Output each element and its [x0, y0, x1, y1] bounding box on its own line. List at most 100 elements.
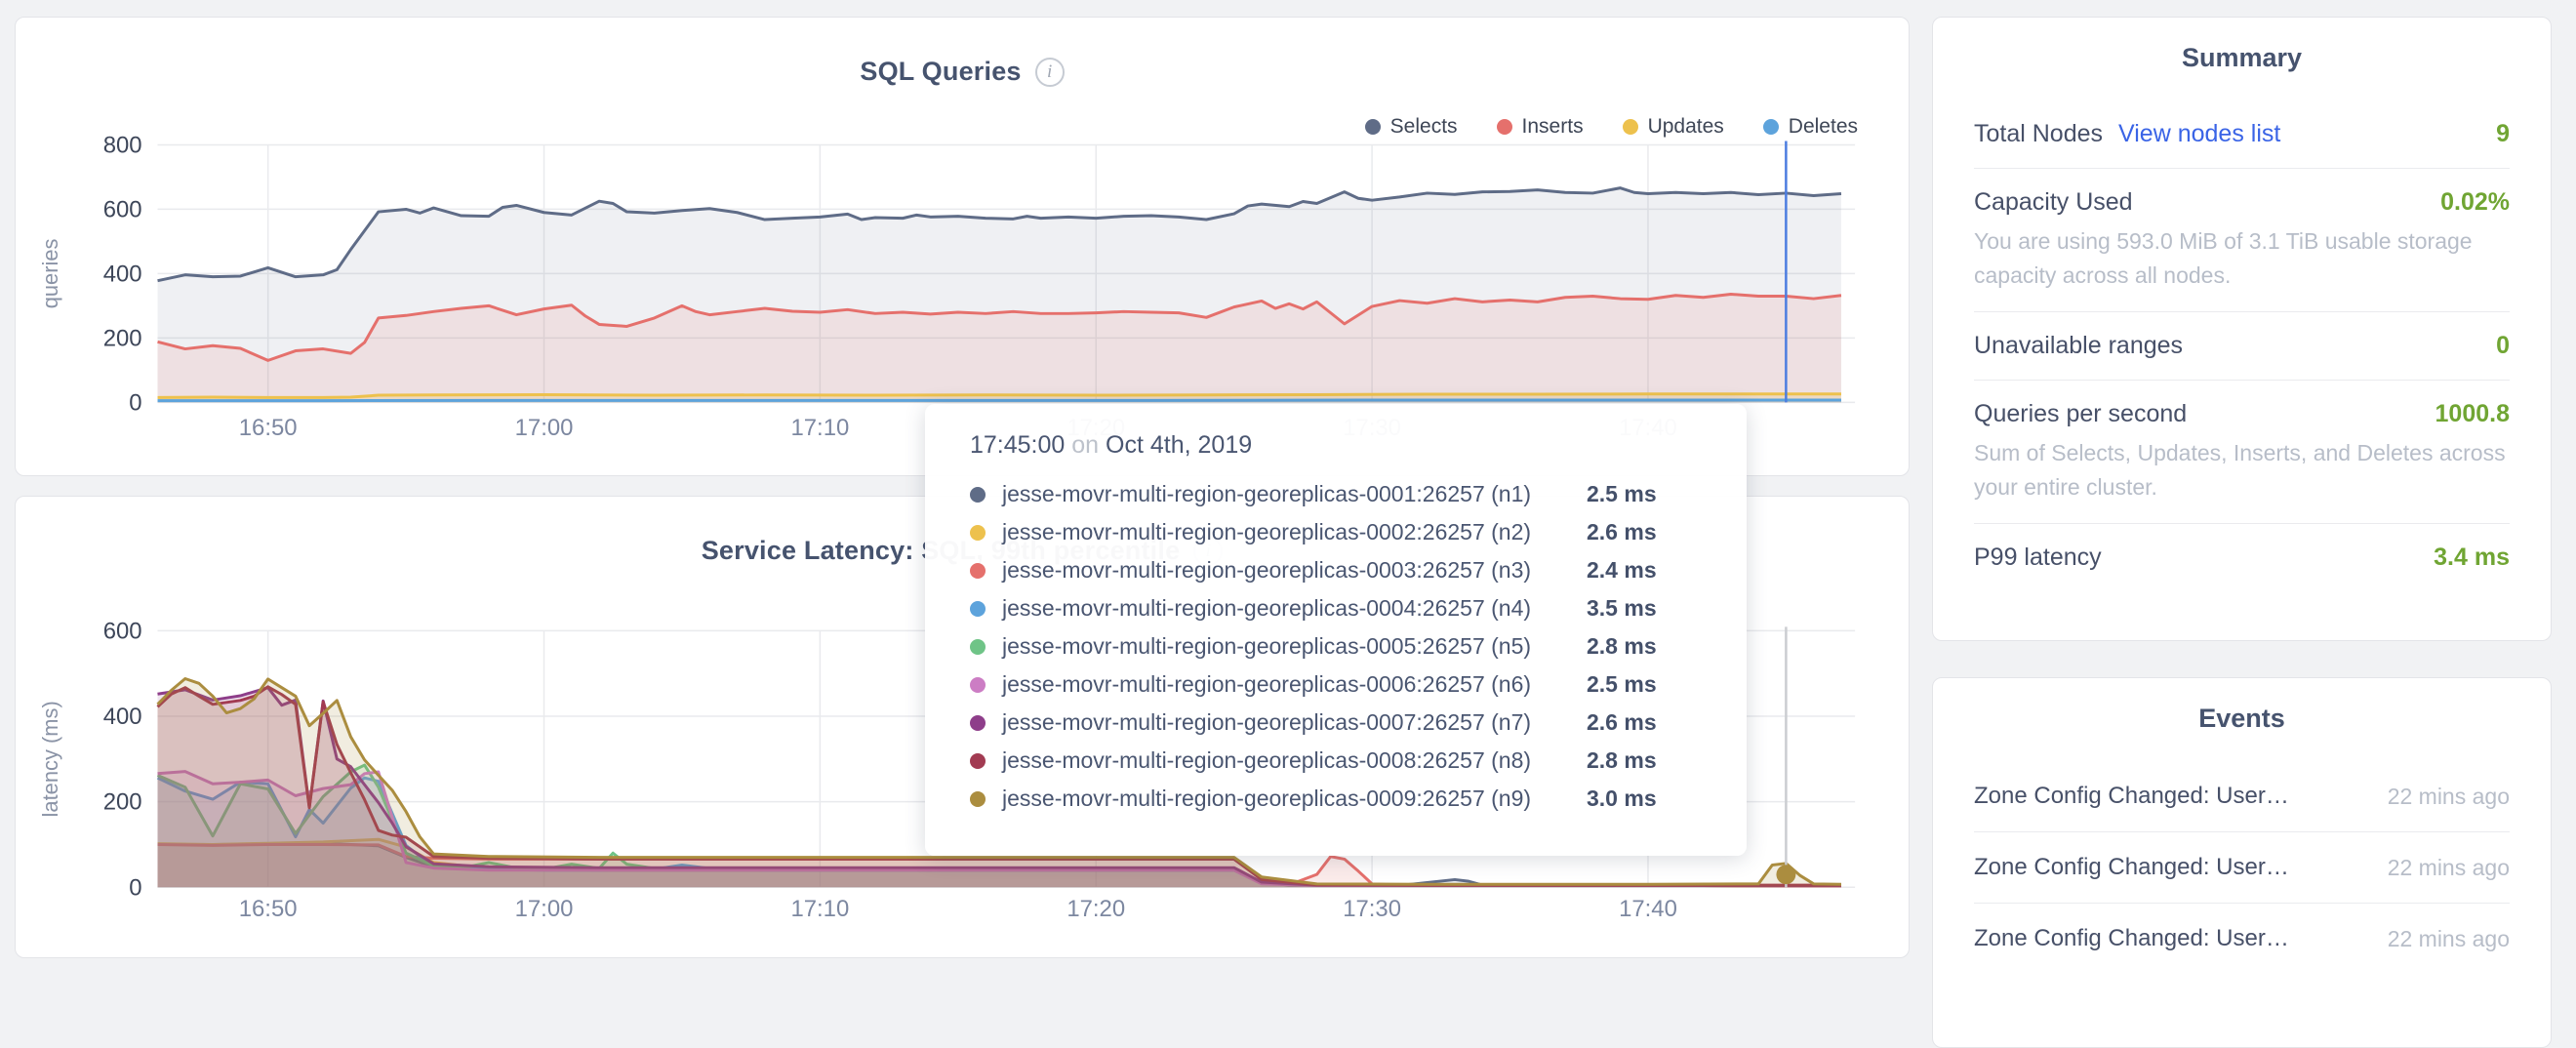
y-axis-tick-label: 200: [103, 325, 142, 351]
y-axis-tick-label: 800: [103, 132, 142, 158]
tooltip-row-n3: jesse-movr-multi-region-georeplicas-0003…: [970, 551, 1702, 589]
y-axis-title: latency (ms): [38, 701, 62, 817]
summary-row-unavailable-ranges: Unavailable ranges 0: [1974, 312, 2510, 381]
node-name: jesse-movr-multi-region-georeplicas-0005…: [1002, 633, 1531, 660]
tooltip-row-n1: jesse-movr-multi-region-georeplicas-0001…: [970, 475, 1702, 513]
legend-item-deletes[interactable]: Deletes: [1763, 115, 1858, 139]
tooltip-row-n5: jesse-movr-multi-region-georeplicas-0005…: [970, 627, 1702, 665]
x-axis-tick-label: 17:40: [1619, 896, 1677, 922]
node-name: jesse-movr-multi-region-georeplicas-0009…: [1002, 786, 1531, 812]
unavailable-ranges-label: Unavailable ranges: [1974, 332, 2183, 360]
x-axis-tick-label: 17:00: [515, 896, 574, 922]
cluster-dashboard: { "colors":{ "accent_green":"#70A533", "…: [0, 0, 2576, 974]
node-latency-value: 2.4 ms: [1587, 557, 1702, 584]
legend-label: Inserts: [1522, 115, 1584, 139]
legend-label: Deletes: [1789, 115, 1858, 139]
node-name: jesse-movr-multi-region-georeplicas-0007…: [1002, 709, 1531, 736]
event-label: Zone Config Changed: User…: [1974, 925, 2289, 952]
event-label: Zone Config Changed: User…: [1974, 854, 2289, 881]
view-nodes-list-link[interactable]: View nodes list: [2118, 120, 2280, 148]
node-latency-value: 2.6 ms: [1587, 709, 1702, 736]
x-axis-tick-label: 17:10: [791, 415, 850, 441]
capacity-used-value: 0.02%: [2440, 188, 2510, 217]
y-axis-tick-label: 600: [103, 618, 142, 644]
x-axis-tick-label: 16:50: [239, 896, 298, 922]
total-nodes-value: 9: [2496, 120, 2510, 148]
event-row[interactable]: Zone Config Changed: User… 22 mins ago: [1974, 832, 2510, 904]
node-color-dot-icon: [970, 715, 986, 731]
x-axis-tick-label: 16:50: [239, 415, 298, 441]
node-name: jesse-movr-multi-region-georeplicas-0002…: [1002, 519, 1531, 545]
node-latency-value: 2.8 ms: [1587, 747, 1702, 774]
events-heading: Events: [1974, 704, 2510, 734]
tooltip-row-n6: jesse-movr-multi-region-georeplicas-0006…: [970, 665, 1702, 704]
legend-dot-icon: [1365, 119, 1381, 135]
info-icon[interactable]: i: [1035, 58, 1065, 87]
events-panel: Events Zone Config Changed: User… 22 mins…: [1932, 677, 2552, 1048]
node-color-dot-icon: [970, 791, 986, 807]
capacity-used-label: Capacity Used: [1974, 188, 2133, 217]
chart-legend: Selects Inserts Updates Deletes: [1365, 115, 1858, 139]
tooltip-timestamp: 17:45:00 on Oct 4th, 2019: [970, 431, 1702, 460]
node-color-dot-icon: [970, 753, 986, 769]
p99-latency-label: P99 latency: [1974, 544, 2102, 572]
y-axis-tick-label: 0: [129, 389, 141, 416]
node-latency-value: 2.8 ms: [1587, 633, 1702, 660]
x-axis-tick-label: 17:10: [790, 896, 849, 922]
y-axis-tick-label: 600: [103, 196, 142, 222]
tooltip-date: Oct 4th, 2019: [1106, 431, 1252, 459]
summary-row-p99-latency: P99 latency 3.4 ms: [1974, 524, 2510, 591]
sql-queries-chart-title: SQL Queries: [860, 57, 1021, 87]
legend-dot-icon: [1623, 119, 1638, 135]
capacity-used-subtext: You are using 593.0 MiB of 3.1 TiB usabl…: [1974, 224, 2510, 292]
summary-row-total-nodes: Total Nodes View nodes list 9: [1974, 101, 2510, 169]
event-row[interactable]: Zone Config Changed: User… 22 mins ago: [1974, 761, 2510, 832]
event-time: 22 mins ago: [2388, 784, 2510, 810]
tooltip-node-list: jesse-movr-multi-region-georeplicas-0001…: [970, 475, 1702, 818]
legend-label: Updates: [1648, 115, 1724, 139]
hover-point-dot: [1776, 865, 1795, 884]
event-time: 22 mins ago: [2388, 926, 2510, 952]
tooltip-row-n9: jesse-movr-multi-region-georeplicas-0009…: [970, 780, 1702, 818]
legend-item-selects[interactable]: Selects: [1365, 115, 1458, 139]
node-name: jesse-movr-multi-region-georeplicas-0001…: [1002, 481, 1531, 507]
x-axis-tick-label: 17:20: [1067, 896, 1125, 922]
total-nodes-label: Total Nodes: [1974, 120, 2103, 148]
node-latency-value: 3.5 ms: [1587, 595, 1702, 622]
series-line-deletes: [158, 400, 1841, 401]
event-time: 22 mins ago: [2388, 855, 2510, 881]
node-name: jesse-movr-multi-region-georeplicas-0003…: [1002, 557, 1531, 584]
tooltip-row-n4: jesse-movr-multi-region-georeplicas-0004…: [970, 589, 1702, 627]
tooltip-time: 17:45:00: [970, 431, 1065, 459]
node-name: jesse-movr-multi-region-georeplicas-0004…: [1002, 595, 1531, 622]
summary-panel: Summary Total Nodes View nodes list 9 Ca…: [1932, 17, 2552, 641]
y-axis-tick-label: 200: [103, 789, 142, 816]
y-axis-tick-label: 400: [103, 704, 142, 730]
node-name: jesse-movr-multi-region-georeplicas-0006…: [1002, 671, 1531, 698]
node-latency-value: 2.5 ms: [1587, 671, 1702, 698]
p99-latency-value: 3.4 ms: [2434, 544, 2510, 572]
legend-dot-icon: [1497, 119, 1512, 135]
node-color-dot-icon: [970, 677, 986, 693]
node-latency-value: 2.5 ms: [1587, 481, 1702, 507]
unavailable-ranges-value: 0: [2496, 332, 2510, 360]
tooltip-on-text: on: [1071, 431, 1099, 459]
node-color-dot-icon: [970, 563, 986, 579]
summary-row-queries-per-second: Queries per second 1000.8 Sum of Selects…: [1974, 381, 2510, 524]
events-list: Zone Config Changed: User…22 mins agoZon…: [1974, 761, 2510, 974]
chart-hover-tooltip: 17:45:00 on Oct 4th, 2019 jesse-movr-mul…: [925, 404, 1747, 856]
event-label: Zone Config Changed: User…: [1974, 783, 2289, 810]
queries-per-second-value: 1000.8: [2435, 400, 2510, 428]
summary-heading: Summary: [1974, 43, 2510, 73]
queries-per-second-label: Queries per second: [1974, 400, 2187, 428]
tooltip-row-n7: jesse-movr-multi-region-georeplicas-0007…: [970, 704, 1702, 742]
event-row[interactable]: Zone Config Changed: User… 22 mins ago: [1974, 904, 2510, 974]
y-axis-title: queries: [38, 238, 62, 308]
legend-item-inserts[interactable]: Inserts: [1497, 115, 1584, 139]
tooltip-row-n8: jesse-movr-multi-region-georeplicas-0008…: [970, 742, 1702, 780]
y-axis-tick-label: 400: [103, 261, 142, 287]
node-name: jesse-movr-multi-region-georeplicas-0008…: [1002, 747, 1531, 774]
legend-dot-icon: [1763, 119, 1779, 135]
legend-item-updates[interactable]: Updates: [1623, 115, 1724, 139]
node-color-dot-icon: [970, 487, 986, 503]
